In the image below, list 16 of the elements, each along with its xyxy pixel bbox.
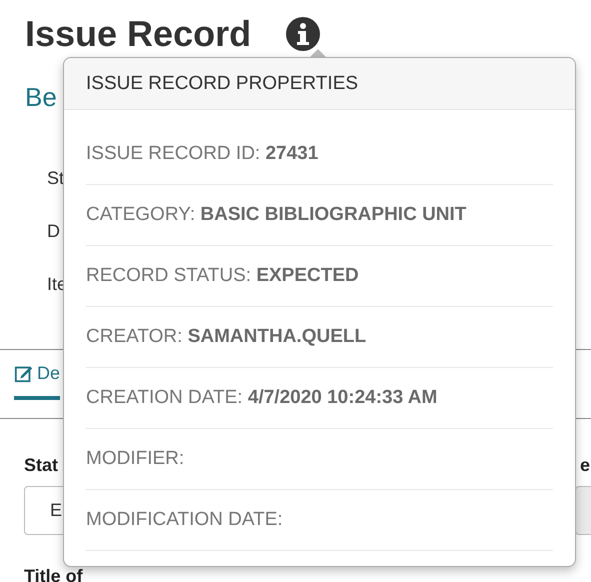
summary-label: D — [47, 222, 60, 241]
summary-label: St — [47, 169, 64, 188]
page-title: Issue Record — [25, 13, 252, 55]
popover-title: ISSUE RECORD PROPERTIES — [64, 58, 575, 110]
property-text: CREATION DATE: 4/7/2020 10:24:33 AM — [86, 387, 438, 409]
record-subtitle: Be — [25, 82, 57, 114]
property-text: RECORD STATUS: EXPECTED — [86, 265, 359, 287]
property-text: MODIFIER: — [86, 448, 184, 470]
field-label: e — [579, 455, 590, 476]
info-icon[interactable] — [285, 16, 322, 52]
property-text: CREATOR: SAMANTHA.QUELL — [86, 326, 366, 348]
field-label: Title of — [24, 569, 83, 582]
property-text: CATEGORY: BASIC BIBLIOGRAPHIC UNIT — [86, 204, 466, 226]
property-text: ISSUE RECORD ID: 27431 — [86, 143, 318, 165]
field-label: Stat — [24, 455, 58, 476]
property-text: MODIFICATION DATE: — [86, 509, 283, 531]
